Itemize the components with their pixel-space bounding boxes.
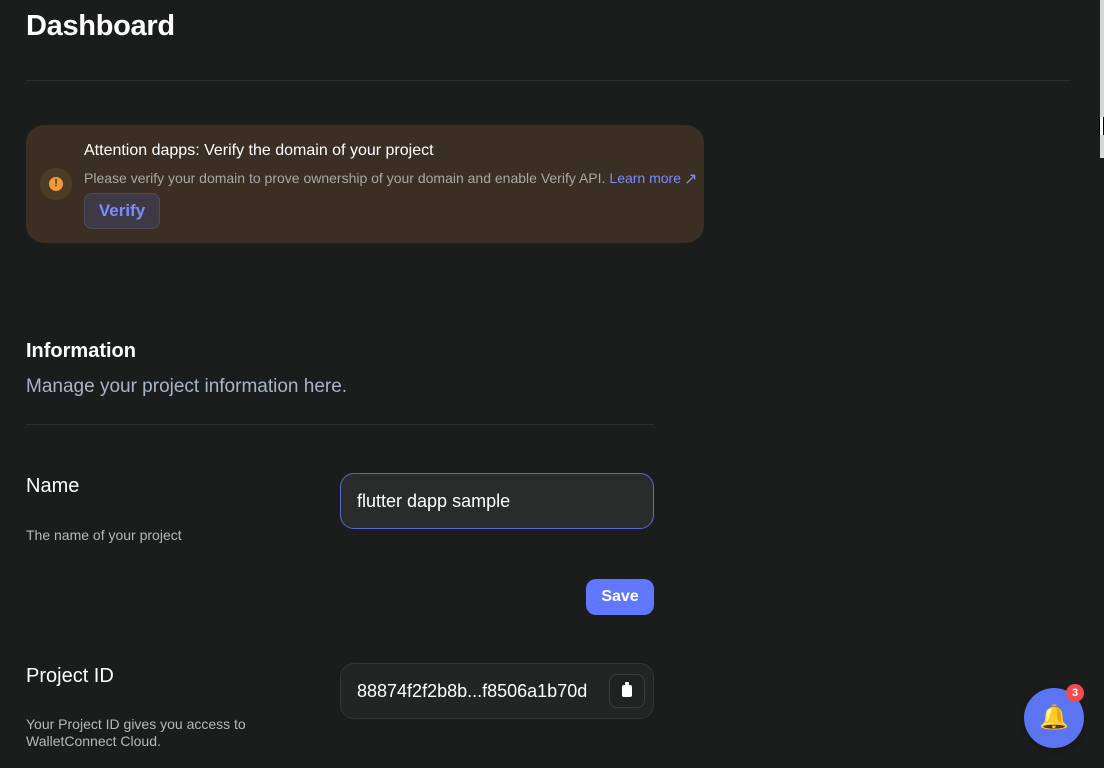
- page-title: Dashboard: [26, 10, 175, 42]
- alert-description: Please verify your domain to prove owner…: [84, 169, 697, 189]
- dashboard-page: Dashboard ! Attention dapps: Verify the …: [0, 0, 1104, 768]
- name-help-text: The name of your project: [26, 527, 182, 543]
- alert-title: Attention dapps: Verify the domain of yo…: [84, 142, 434, 159]
- text-cursor: [1099, 117, 1104, 135]
- warning-icon: !: [49, 177, 63, 191]
- project-id-help-text: Your Project ID gives you access to Wall…: [26, 716, 246, 750]
- project-id-value: 88874f2f2b8b...f8506a1b70d: [357, 681, 588, 701]
- copy-project-id-button[interactable]: [609, 674, 645, 708]
- notification-count-badge: 3: [1066, 684, 1084, 702]
- information-title: Information: [26, 340, 136, 362]
- verify-domain-alert: ! Attention dapps: Verify the domain of …: [26, 125, 704, 243]
- arrow-up-right-icon: ↗: [684, 171, 698, 188]
- header-divider: [26, 80, 1071, 81]
- project-name-input[interactable]: [340, 473, 654, 529]
- verify-button[interactable]: Verify: [84, 193, 160, 229]
- alert-description-text: Please verify your domain to prove owner…: [84, 170, 606, 186]
- bell-icon: 🔔: [1039, 704, 1069, 731]
- project-id-field: 88874f2f2b8b...f8506a1b70d: [340, 663, 654, 719]
- information-subtitle: Manage your project information here.: [26, 376, 348, 397]
- project-id-help-line-2: WalletConnect Cloud.: [26, 733, 161, 749]
- learn-more-link[interactable]: Learn more ↗: [609, 170, 698, 188]
- project-id-help-line-1: Your Project ID gives you access to: [26, 716, 246, 732]
- section-divider: [26, 424, 654, 425]
- learn-more-label: Learn more: [609, 170, 681, 186]
- name-label: Name: [26, 475, 80, 497]
- clipboard-icon: [622, 682, 632, 697]
- warning-icon-container: !: [40, 168, 72, 200]
- save-button[interactable]: Save: [586, 579, 654, 615]
- project-id-label: Project ID: [26, 665, 114, 687]
